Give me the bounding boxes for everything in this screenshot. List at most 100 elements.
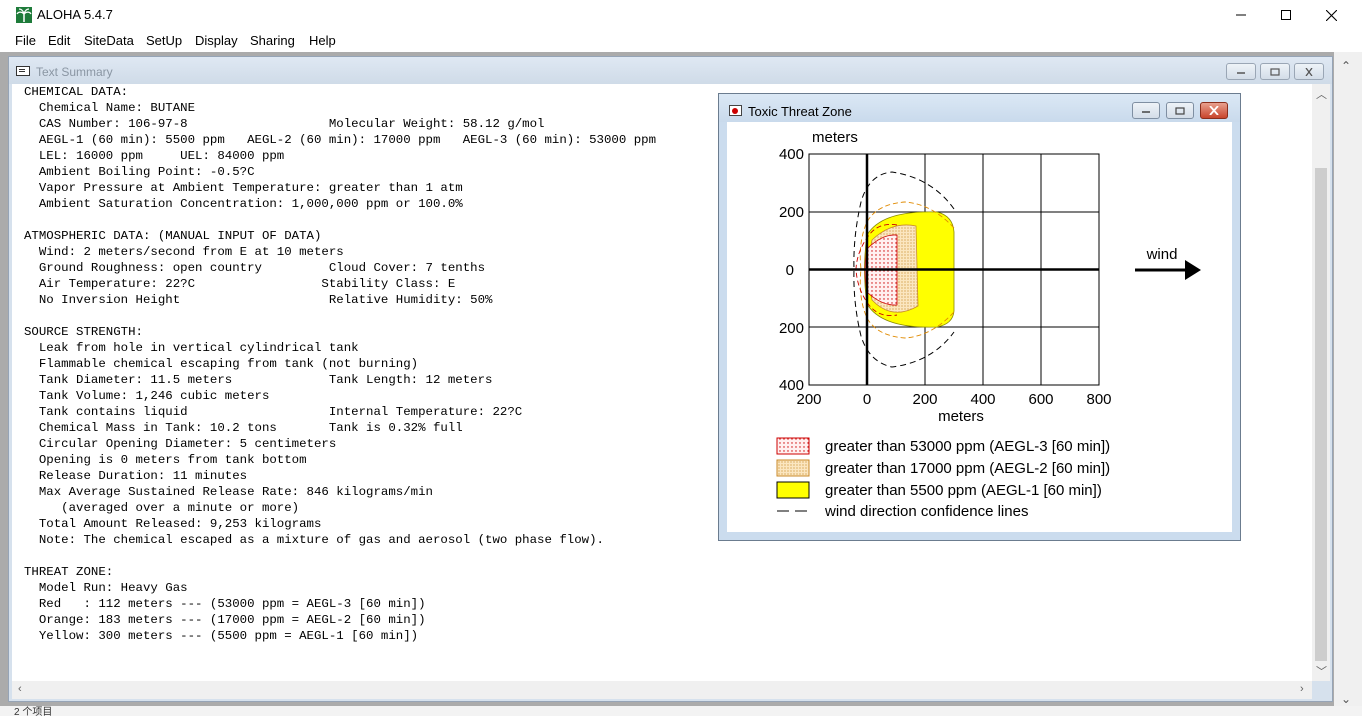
minimize-icon (1237, 71, 1245, 74)
chevron-up-icon: ⌃ (1341, 59, 1352, 73)
summary-line: Chemical Name: BUTANE (24, 101, 196, 115)
summary-text-block: CHEMICAL DATA: Chemical Name: BUTANE CAS… (24, 84, 656, 644)
threat-zone-plot: meters 400 200 0 200 400 200 0 200 400 6… (776, 129, 1201, 520)
legend-label-aegl-2: greater than 17000 ppm (AEGL-2 [60 min]) (825, 460, 1110, 477)
x-axis-label: meters (938, 408, 984, 425)
vertical-scroll-thumb[interactable] (1315, 168, 1327, 661)
minimize-icon (1142, 110, 1150, 113)
y-tick-label: 0 (786, 262, 794, 279)
app-title: ALOHA 5.4.7 (37, 7, 113, 22)
summary-line: SOURCE STRENGTH: (24, 325, 143, 339)
close-icon (1325, 9, 1337, 21)
y-tick-label: 400 (779, 146, 804, 163)
summary-line: Ambient Boiling Point: -0.5?C (24, 165, 255, 179)
summary-line: THREAT ZONE: (24, 565, 114, 579)
summary-line (24, 308, 656, 324)
legend-swatch-yellow (776, 481, 810, 499)
summary-line: (averaged over a minute or more) (24, 501, 300, 515)
restore-icon (1270, 67, 1280, 76)
text-summary-restore-button[interactable] (1260, 63, 1290, 80)
x-tick-label: 200 (912, 391, 937, 408)
text-summary-minimize-button[interactable] (1226, 63, 1256, 80)
x-tick-label: 0 (863, 391, 871, 408)
threat-zone-close-button[interactable] (1200, 102, 1228, 119)
summary-line: Flammable chemical escaping from tank (n… (24, 357, 419, 371)
summary-line: AEGL-1 (60 min): 5500 ppm AEGL-2 (60 min… (24, 133, 657, 147)
summary-line: Chemical Mass in Tank: 10.2 tons Tank is… (24, 421, 463, 435)
summary-line: Tank Diameter: 11.5 meters Tank Length: … (24, 373, 493, 387)
summary-line: Max Average Sustained Release Rate: 846 … (24, 485, 433, 499)
minimize-button[interactable] (1218, 0, 1264, 30)
y-tick-label: 200 (779, 320, 804, 337)
scroll-up-arrow-icon[interactable]: ︿ (1316, 86, 1327, 102)
background-window-strip: ⌃ ⌄ (1334, 52, 1362, 716)
menu-sharing[interactable]: Sharing (250, 33, 295, 48)
palm-tree-app-icon (16, 7, 32, 23)
summary-line: CAS Number: 106-97-8 Molecular Weight: 5… (24, 117, 545, 131)
x-tick-label: 800 (1086, 391, 1111, 408)
summary-line: Model Run: Heavy Gas (24, 581, 188, 595)
threat-zone-plot-area: meters 400 200 0 200 400 200 0 200 400 6… (727, 122, 1232, 532)
app-titlebar: ALOHA 5.4.7 (0, 0, 1362, 31)
scroll-down-arrow-icon[interactable]: ﹀ (1316, 663, 1327, 679)
threat-zone-window-icon (729, 105, 742, 116)
legend-label-aegl-1: greater than 5500 ppm (AEGL-1 [60 min]) (825, 482, 1102, 499)
summary-line: ATMOSPHERIC DATA: (MANUAL INPUT OF DATA) (24, 229, 322, 243)
text-summary-title: Text Summary (36, 65, 113, 79)
y-tick-label: 200 (779, 204, 804, 221)
summary-line: CHEMICAL DATA: (24, 85, 129, 99)
menu-help[interactable]: Help (309, 33, 336, 48)
menu-edit[interactable]: Edit (48, 33, 70, 48)
wind-arrow-icon (1135, 260, 1201, 280)
summary-line: Leak from hole in vertical cylindrical t… (24, 341, 359, 355)
summary-line: Total Amount Released: 9,253 kilograms (24, 517, 322, 531)
summary-line: Release Duration: 11 minutes (24, 469, 248, 483)
summary-line: Opening is 0 meters from tank bottom (24, 453, 307, 467)
text-summary-close-button[interactable] (1294, 63, 1324, 80)
scroll-right-arrow-icon[interactable]: › (1300, 683, 1304, 695)
threat-zone-restore-button[interactable] (1166, 102, 1194, 119)
legend-label-aegl-3: greater than 53000 ppm (AEGL-3 [60 min]) (825, 438, 1110, 455)
summary-line: Air Temperature: 22?C Stability Class: E (24, 277, 456, 291)
text-document-icon (16, 66, 30, 76)
close-icon (1305, 67, 1313, 76)
x-tick-label: 400 (970, 391, 995, 408)
summary-line (24, 548, 656, 564)
maximize-button[interactable] (1263, 0, 1309, 30)
threat-zone-titlebar[interactable]: Toxic Threat Zone (719, 94, 1240, 122)
minimize-icon (1236, 14, 1246, 16)
menu-setup[interactable]: SetUp (146, 33, 182, 48)
summary-line: Tank Volume: 1,246 cubic meters (24, 389, 270, 403)
y-axis-label: meters (812, 129, 858, 146)
legend-swatch-orange (776, 459, 810, 477)
maximize-icon (1281, 10, 1291, 20)
summary-line: Red : 112 meters --- (53000 ppm = AEGL-3… (24, 597, 426, 611)
summary-line: Orange: 183 meters --- (17000 ppm = AEGL… (24, 613, 426, 627)
x-tick-label: 200 (796, 391, 821, 408)
close-button[interactable] (1308, 0, 1354, 30)
menu-display[interactable]: Display (195, 33, 238, 48)
summary-line: Yellow: 300 meters --- (5500 ppm = AEGL-… (24, 629, 419, 643)
summary-line: Wind: 2 meters/second from E at 10 meter… (24, 245, 344, 259)
summary-line (24, 212, 656, 228)
scroll-left-arrow-icon[interactable]: ‹ (18, 683, 22, 695)
summary-line: Note: The chemical escaped as a mixture … (24, 533, 604, 547)
threat-zone-title: Toxic Threat Zone (748, 104, 852, 119)
summary-line: Ambient Saturation Concentration: 1,000,… (24, 197, 463, 211)
menu-sitedata[interactable]: SiteData (84, 33, 134, 48)
text-summary-titlebar[interactable]: Text Summary (9, 57, 1332, 84)
wind-label: wind (1146, 246, 1178, 263)
horizontal-scrollbar[interactable]: ‹ › (12, 681, 1312, 699)
vertical-scrollbar[interactable]: ︿ ﹀ (1312, 84, 1330, 681)
explorer-status-fragment: 2 个项目 (0, 706, 1362, 718)
legend-label-confidence-lines: wind direction confidence lines (824, 503, 1028, 520)
summary-line: Vapor Pressure at Ambient Temperature: g… (24, 181, 463, 195)
summary-line: LEL: 16000 ppm UEL: 84000 ppm (24, 149, 285, 163)
chevron-down-icon: ⌄ (1341, 692, 1352, 706)
menu-file[interactable]: File (15, 33, 36, 48)
x-tick-label: 600 (1028, 391, 1053, 408)
menu-bar: File Edit SiteData SetUp Display Sharing… (0, 31, 1362, 52)
close-icon (1209, 106, 1219, 115)
toxic-threat-zone-window: Toxic Threat Zone meters 400 200 0 200 4… (718, 93, 1241, 541)
threat-zone-minimize-button[interactable] (1132, 102, 1160, 119)
